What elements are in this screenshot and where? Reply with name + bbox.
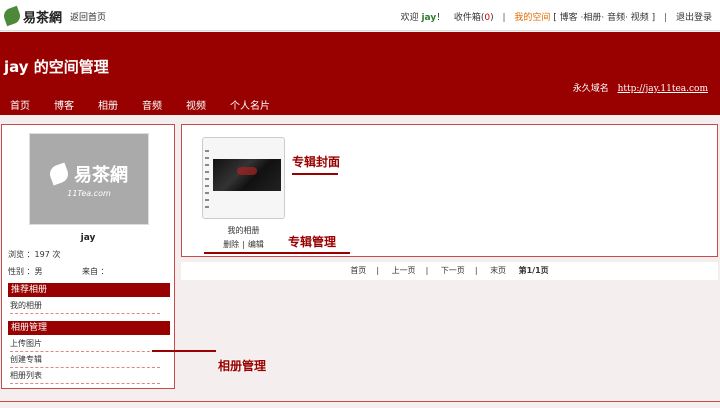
album-manage-header: 相册管理 xyxy=(8,321,170,335)
recommend-albums-header: 推荐相册 xyxy=(8,283,170,297)
separator: | xyxy=(502,13,506,23)
avatar: 易茶網 11Tea.com xyxy=(29,133,149,225)
annotation-underline xyxy=(204,252,350,254)
home-link[interactable]: 返回首页 xyxy=(70,10,106,23)
top-bar: 易茶網 返回首页 欢迎 jay！ 收件箱(0) | 我的空间 [ 博客 ·相册·… xyxy=(0,0,720,31)
sidebar-item-create-album[interactable]: 创建专辑 xyxy=(10,353,160,368)
separator: | xyxy=(376,266,380,275)
sidebar-item-my-album[interactable]: 我的相册 xyxy=(10,299,160,314)
logo-text: 易茶網 xyxy=(23,10,63,26)
nav-item-album[interactable]: 相册 xyxy=(98,97,118,112)
domain-label: 永久域名 xyxy=(572,84,609,94)
my-space-link[interactable]: 我的空间 xyxy=(514,13,550,23)
view-count: 浏览 ：197 次 xyxy=(8,250,61,259)
annotation-underline xyxy=(292,173,338,175)
page-title: jay 的空间管理 xyxy=(4,58,109,76)
sidebar-item-album-list[interactable]: 相册列表 xyxy=(10,369,160,384)
gender: 性别 ：男 xyxy=(8,267,43,276)
separator: | xyxy=(242,240,245,249)
top-user-menu: 欢迎 jay！ 收件箱(0) | 我的空间 [ 博客 ·相册· 音频· 视频 ]… xyxy=(401,10,712,23)
pagination: 首页 | 上一页 | 下一页 | 末页 第1/1页 xyxy=(181,262,718,280)
welcome-text: 欢迎 xyxy=(400,13,419,23)
space-banner: jay 的空间管理 永久域名 http://jay.11tea.com 首页 博… xyxy=(0,32,720,115)
permanent-domain: 永久域名 http://jay.11tea.com xyxy=(573,81,708,94)
avatar-subtext: 11Tea.com xyxy=(67,188,111,198)
space-links[interactable]: [ 博客 ·相册· 音频· 视频 ] xyxy=(553,13,655,23)
binder-spiral xyxy=(205,150,209,210)
nav-item-profile-card[interactable]: 个人名片 xyxy=(230,97,270,112)
sidebar-item-upload[interactable]: 上传图片 xyxy=(10,337,160,352)
location: 来自 ： xyxy=(82,267,109,276)
username-link[interactable]: jay xyxy=(421,13,436,23)
sidebar: 易茶網 11Tea.com jay 浏览 ：197 次 性别 ：男 来自 ： 推… xyxy=(1,124,175,389)
album-cover[interactable] xyxy=(202,137,285,219)
album-actions: 删除 | 编辑 xyxy=(202,239,285,250)
footer-divider xyxy=(0,401,720,402)
annotation-album-manage: 专辑管理 xyxy=(288,235,337,249)
separator: | xyxy=(425,266,429,275)
nav-item-audio[interactable]: 音频 xyxy=(142,97,162,112)
prev-page-link[interactable]: 上一页 xyxy=(392,266,416,275)
logout-link[interactable]: 退出登录 xyxy=(676,13,712,23)
exclaim-text: ！ xyxy=(436,13,446,23)
album-name[interactable]: 我的相册 xyxy=(202,225,285,236)
delete-link[interactable]: 删除 xyxy=(223,240,239,249)
album-panel: 我的相册 删除 | 编辑 xyxy=(181,124,718,257)
space-nav: 首页 博客 相册 音频 视频 个人名片 xyxy=(10,97,294,112)
tea-leaf-icon xyxy=(1,5,23,27)
tea-leaf-icon xyxy=(47,161,71,186)
next-page-link[interactable]: 下一页 xyxy=(441,266,465,275)
nav-item-home[interactable]: 首页 xyxy=(10,97,30,112)
site-logo[interactable]: 易茶網 xyxy=(1,5,64,27)
nav-item-video[interactable]: 视频 xyxy=(186,97,206,112)
nav-item-blog[interactable]: 博客 xyxy=(54,97,74,112)
inbox-link[interactable]: 收件箱(0) xyxy=(454,13,494,23)
profile-name: jay xyxy=(80,233,96,243)
annotation-photo-album-manage: 相册管理 xyxy=(218,359,267,373)
domain-link[interactable]: http://jay.11tea.com xyxy=(618,84,708,94)
separator: | xyxy=(474,266,478,275)
avatar-logo: 易茶網 xyxy=(47,161,128,187)
annotation-album-cover: 专辑封面 xyxy=(292,155,341,169)
annotation-pointer-line xyxy=(152,350,216,352)
page-indicator: 第1/1页 xyxy=(518,266,549,275)
last-page-link[interactable]: 末页 xyxy=(490,266,506,275)
separator: | xyxy=(664,13,668,23)
edit-link[interactable]: 编辑 xyxy=(248,240,264,249)
cover-photo xyxy=(213,159,281,191)
first-page-link[interactable]: 首页 xyxy=(350,266,366,275)
